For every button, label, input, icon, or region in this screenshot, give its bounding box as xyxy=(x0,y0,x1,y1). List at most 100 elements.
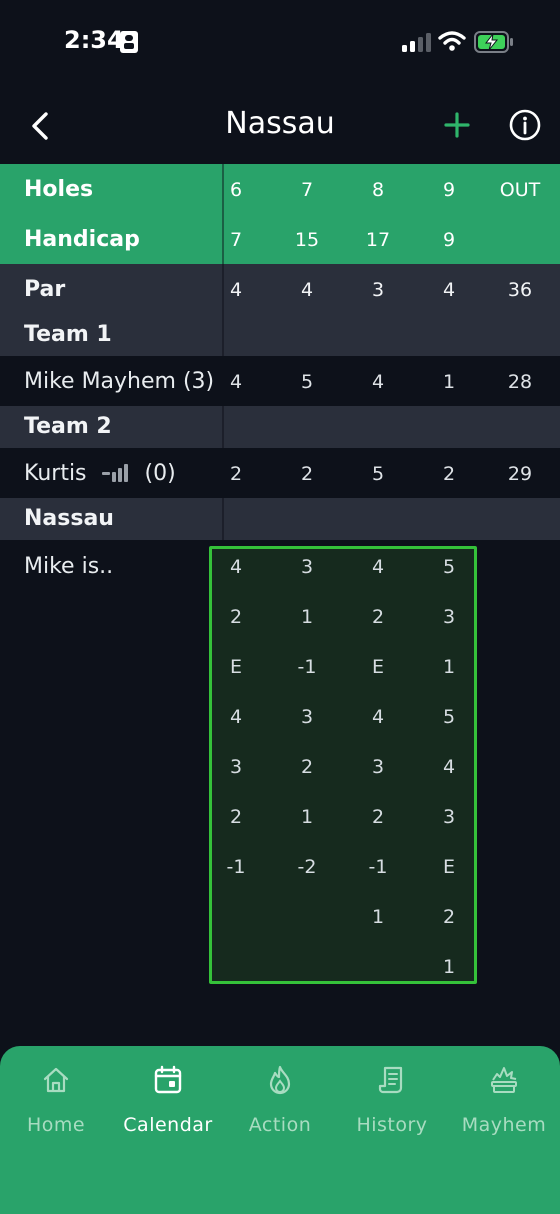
player-score: 2 xyxy=(229,463,243,485)
tab-history[interactable]: History xyxy=(336,1046,448,1156)
nassau-standing-value: 5 xyxy=(442,556,456,578)
calendar-icon xyxy=(154,1065,182,1094)
nassau-standing-value: 1 xyxy=(300,806,314,828)
handicap-value: 9 xyxy=(442,229,456,251)
signal-strength-icon xyxy=(101,464,128,482)
nassau-standing-value: 4 xyxy=(229,556,243,578)
contact-card-icon xyxy=(120,31,138,53)
out-header: OUT xyxy=(499,179,541,201)
nassau-standing-value: 1 xyxy=(371,906,385,928)
nassau-standing-row: 2 1 2 3 xyxy=(0,796,560,846)
nassau-standing-value: 4 xyxy=(229,706,243,728)
nassau-standing-value: E xyxy=(442,856,455,878)
player-row[interactable]: Mike Mayhem (3) 4 5 4 1 28 xyxy=(0,356,560,406)
player-total: 28 xyxy=(507,371,533,393)
nassau-standing-row: 4 3 4 5 xyxy=(0,546,560,596)
player-name-text: Kurtis xyxy=(24,461,87,486)
team-2-label: Team 2 xyxy=(24,414,112,439)
tab-label: Calendar xyxy=(123,1114,213,1136)
par-label: Par xyxy=(24,277,66,302)
player-row[interactable]: Kurtis (0) 2 2 5 2 29 xyxy=(0,448,560,498)
nassau-standing-row: 4 3 4 5 xyxy=(0,696,560,746)
navigation-bar: Nassau xyxy=(0,92,560,158)
nassau-standing-value: 2 xyxy=(300,756,314,778)
nassau-standing-value: 3 xyxy=(300,556,314,578)
status-bar: 2:34 xyxy=(0,0,560,84)
nassau-standing-row: 2 1 2 3 xyxy=(0,596,560,646)
nassau-standing-row: 12 xyxy=(0,896,560,946)
nassau-standing-value: -1 xyxy=(368,856,388,878)
nassau-standing-value: 3 xyxy=(442,806,456,828)
player-score: 2 xyxy=(442,463,456,485)
hole-number: 6 xyxy=(229,179,243,201)
tab-home[interactable]: Home xyxy=(0,1046,112,1156)
info-icon[interactable] xyxy=(508,108,542,142)
nassau-standing-value: -1 xyxy=(226,856,246,878)
par-row: Par 4 4 3 4 36 xyxy=(0,264,560,314)
nassau-standing-row: 3 2 3 4 xyxy=(0,746,560,796)
nassau-standing-value: 4 xyxy=(442,756,456,778)
nassau-standing-value: 2 xyxy=(442,906,456,928)
par-value: 4 xyxy=(300,279,314,301)
receipt-icon xyxy=(378,1066,403,1094)
player-handicap: (0) xyxy=(144,461,176,486)
nassau-standing-value: -1 xyxy=(297,656,317,678)
tab-calendar[interactable]: Calendar xyxy=(112,1046,224,1156)
nassau-standing-value: 4 xyxy=(371,706,385,728)
page-title: Nassau xyxy=(225,106,335,141)
handicap-value: 17 xyxy=(365,229,391,251)
nassau-standing-value: 2 xyxy=(229,806,243,828)
team-1-header: Team 1 xyxy=(0,314,560,356)
nassau-standing-value: 1 xyxy=(442,656,456,678)
team-1-label: Team 1 xyxy=(24,322,112,347)
nassau-standing-value: E xyxy=(371,656,384,678)
tab-label: Mayhem xyxy=(461,1114,547,1136)
cellular-signal-icon xyxy=(402,32,432,52)
tab-label: History xyxy=(356,1114,428,1136)
handicap-value: 7 xyxy=(229,229,243,251)
nassau-section-label: Nassau xyxy=(24,506,114,531)
handicap-label: Handicap xyxy=(24,227,140,252)
tab-bar: Home Calendar Action History Mayhem xyxy=(0,1046,560,1214)
player-name: Mike Mayhem (3) xyxy=(24,369,215,394)
tab-mayhem[interactable]: Mayhem xyxy=(448,1046,560,1156)
player-score: 2 xyxy=(300,463,314,485)
add-icon[interactable] xyxy=(440,108,474,142)
holes-label: Holes xyxy=(24,177,94,202)
nassau-standing-value: -2 xyxy=(297,856,317,878)
par-value: 4 xyxy=(229,279,243,301)
player-score: 5 xyxy=(371,463,385,485)
status-time: 2:34 xyxy=(64,26,124,54)
hole-number: 8 xyxy=(371,179,385,201)
par-total: 36 xyxy=(507,279,533,301)
hole-number: 9 xyxy=(442,179,456,201)
scorecard-grid: Holes 6 7 8 9 OUT Handicap 7 15 17 9 Par… xyxy=(0,164,560,540)
nassau-standing-value: 2 xyxy=(229,606,243,628)
wifi-icon xyxy=(438,31,466,51)
par-value: 3 xyxy=(371,279,385,301)
flame-icon xyxy=(269,1065,291,1095)
handicap-value: 15 xyxy=(294,229,320,251)
player-score: 4 xyxy=(371,371,385,393)
battery-charging-icon xyxy=(474,31,513,53)
nassau-standing-value: 1 xyxy=(442,956,456,978)
nassau-standing-row: 1 xyxy=(0,946,560,996)
back-chevron-icon[interactable] xyxy=(24,108,56,144)
tab-action[interactable]: Action xyxy=(224,1046,336,1156)
tab-label: Home xyxy=(26,1114,86,1136)
nassau-standing-value: 3 xyxy=(229,756,243,778)
team-2-header: Team 2 xyxy=(0,406,560,448)
nassau-standing-value: 3 xyxy=(371,756,385,778)
handicap-row: Handicap 7 15 17 9 xyxy=(0,214,560,264)
player-score: 4 xyxy=(229,371,243,393)
holes-row: Holes 6 7 8 9 OUT xyxy=(0,164,560,214)
nassau-standing-value: 2 xyxy=(371,806,385,828)
nassau-section-header: Nassau xyxy=(0,498,560,540)
nassau-standing-value: 1 xyxy=(300,606,314,628)
par-value: 4 xyxy=(442,279,456,301)
nassau-standing-value: 4 xyxy=(371,556,385,578)
tab-label: Action xyxy=(248,1114,312,1136)
explosion-icon xyxy=(491,1067,517,1093)
nassau-standing-value: 5 xyxy=(442,706,456,728)
player-name: Kurtis (0) xyxy=(24,461,176,486)
